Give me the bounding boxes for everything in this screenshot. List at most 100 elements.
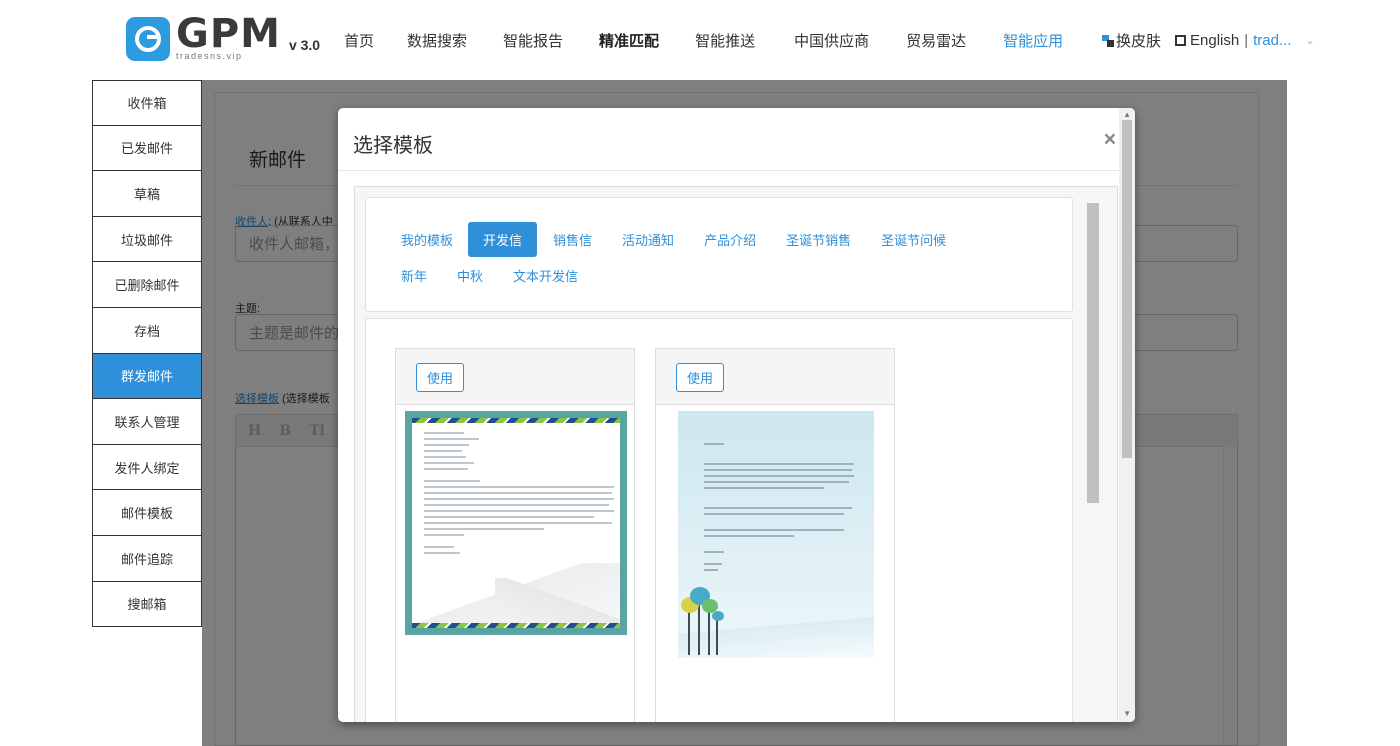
sidebar-item[interactable]: 已删除邮件 bbox=[92, 262, 202, 308]
scroll-down-icon[interactable]: ▼ bbox=[1123, 709, 1131, 718]
sidebar-item[interactable]: 草稿 bbox=[92, 171, 202, 217]
tree-trunk bbox=[688, 609, 690, 655]
text-line bbox=[704, 469, 852, 471]
text-line bbox=[704, 481, 849, 483]
text-line bbox=[704, 535, 794, 537]
text-line bbox=[424, 522, 612, 524]
text-line bbox=[424, 546, 454, 548]
nav-item[interactable]: 贸易雷达 bbox=[906, 30, 966, 51]
sidebar-item[interactable]: 邮件模板 bbox=[92, 490, 202, 536]
text-line bbox=[424, 486, 614, 488]
template-category-tab[interactable]: 文本开发信 bbox=[513, 258, 578, 293]
select-template-modal: 选择模板 × 我的模板 开发信 销售信 活动通知 产品介绍 圣诞节销售 圣诞节问候 新年 中秋… bbox=[338, 108, 1135, 722]
template-card: 使用 bbox=[655, 348, 895, 722]
sidebar-item[interactable]: 邮件追踪 bbox=[92, 535, 202, 582]
nav-item[interactable]: 精准匹配 bbox=[599, 30, 659, 51]
template-category-tab[interactable]: 产品介绍 bbox=[704, 222, 756, 257]
top-navigation-bar: GPM tradesns.vip v 3.0 首页 数据搜索 智能报告 精准匹配 智能推… bbox=[0, 0, 1400, 80]
close-icon[interactable]: × bbox=[1104, 128, 1116, 152]
mail-sidebar: 收件箱 已发邮件 草稿 垃圾邮件 已删除邮件 存档 群发邮件 联系人管理 发件人绑定 邮件模板 邮件… bbox=[92, 80, 202, 628]
text-line bbox=[424, 468, 468, 470]
tree-icon bbox=[712, 611, 724, 621]
chevron-down-icon[interactable]: ⌄ bbox=[1305, 34, 1314, 47]
tree-trunk bbox=[708, 611, 710, 655]
template-category-tab[interactable]: 中秋 bbox=[457, 258, 483, 293]
text-line bbox=[704, 443, 724, 445]
nav-item[interactable]: 数据搜索 bbox=[407, 30, 467, 51]
template-category-tab[interactable]: 圣诞节问候 bbox=[881, 222, 946, 257]
text-line bbox=[424, 498, 614, 500]
template-thumbnail[interactable] bbox=[405, 411, 627, 635]
template-list-scrollbar[interactable] bbox=[1087, 203, 1099, 503]
template-category-tab[interactable]: 开发信 bbox=[468, 222, 538, 257]
template-category-tab[interactable]: 销售信 bbox=[553, 222, 592, 257]
text-line bbox=[704, 463, 854, 465]
text-line bbox=[424, 504, 609, 506]
template-card: 使用 bbox=[395, 348, 635, 722]
nav-item[interactable]: 中国供应商 bbox=[794, 30, 869, 51]
nav-item[interactable]: 智能推送 bbox=[695, 30, 755, 51]
header-tools: 换皮肤 English | trad... ⌄ bbox=[1102, 30, 1315, 51]
text-line bbox=[424, 492, 612, 494]
sidebar-item[interactable]: 存档 bbox=[92, 307, 202, 354]
nav-item[interactable]: 智能应用 bbox=[1003, 30, 1063, 51]
template-category-tab[interactable]: 圣诞节销售 bbox=[786, 222, 851, 257]
text-line bbox=[424, 516, 594, 518]
logo-text: GPM bbox=[176, 11, 281, 57]
template-category-tab[interactable]: 我的模板 bbox=[401, 222, 453, 257]
template-list: 使用 使用 bbox=[365, 318, 1073, 722]
template-category-tab[interactable]: 新年 bbox=[401, 258, 427, 293]
main-nav: 首页 数据搜索 智能报告 精准匹配 智能推送 中国供应商 贸易雷达 智能应用 bbox=[344, 30, 1063, 51]
template-card-header: 使用 bbox=[656, 349, 894, 405]
template-category-tabs: 我的模板 开发信 销售信 活动通知 产品介绍 圣诞节销售 圣诞节问候 新年 中秋 文本开发信 bbox=[365, 197, 1073, 312]
text-line bbox=[704, 513, 844, 515]
use-template-button[interactable]: 使用 bbox=[416, 363, 465, 392]
letter-preview bbox=[412, 418, 620, 628]
sidebar-item[interactable]: 联系人管理 bbox=[92, 399, 202, 445]
scrollbar-thumb[interactable] bbox=[1122, 120, 1132, 458]
sidebar-item[interactable]: 垃圾邮件 bbox=[92, 216, 202, 263]
text-line bbox=[424, 480, 480, 482]
text-line bbox=[424, 462, 474, 464]
logo-subtitle: tradesns.vip bbox=[176, 51, 243, 61]
sidebar-item[interactable]: 群发邮件 bbox=[92, 353, 202, 400]
text-line bbox=[424, 528, 544, 530]
text-line bbox=[704, 507, 852, 509]
text-line bbox=[424, 438, 479, 440]
text-line bbox=[424, 432, 464, 434]
template-category-tab[interactable]: 活动通知 bbox=[622, 222, 674, 257]
modal-title: 选择模板 bbox=[353, 135, 433, 157]
modal-header: 选择模板 × bbox=[338, 108, 1135, 171]
text-line bbox=[424, 552, 460, 554]
sidebar-item[interactable]: 发件人绑定 bbox=[92, 444, 202, 491]
nav-item[interactable]: 智能报告 bbox=[503, 30, 563, 51]
template-card-header: 使用 bbox=[396, 349, 634, 405]
text-line bbox=[704, 529, 844, 531]
nav-item[interactable]: 首页 bbox=[344, 30, 374, 51]
modal-scrollbar[interactable]: ▲ ▼ bbox=[1119, 108, 1135, 722]
modal-body: 我的模板 开发信 销售信 活动通知 产品介绍 圣诞节销售 圣诞节问候 新年 中秋 文本开发信 使… bbox=[354, 186, 1118, 722]
border-stripe bbox=[412, 418, 620, 423]
user-account-link[interactable]: trad... bbox=[1253, 32, 1291, 49]
change-skin-link[interactable]: 换皮肤 bbox=[1116, 30, 1161, 51]
border-stripe bbox=[412, 623, 620, 628]
header-separator: | bbox=[1244, 32, 1249, 49]
mountain-graphic bbox=[495, 578, 620, 623]
sidebar-item[interactable]: 搜邮箱 bbox=[92, 581, 202, 628]
use-template-button[interactable]: 使用 bbox=[676, 363, 725, 392]
text-line bbox=[424, 444, 469, 446]
scroll-up-icon[interactable]: ▲ bbox=[1123, 110, 1131, 119]
sidebar-item[interactable]: 已发邮件 bbox=[92, 125, 202, 172]
sidebar-item[interactable]: 收件箱 bbox=[92, 80, 202, 126]
gpm-logo[interactable]: GPM tradesns.vip v 3.0 bbox=[126, 14, 320, 61]
template-thumbnail[interactable] bbox=[678, 411, 874, 658]
tab-row-1: 我的模板 开发信 销售信 活动通知 产品介绍 圣诞节销售 圣诞节问候 bbox=[388, 222, 946, 257]
text-line bbox=[704, 487, 824, 489]
flag-icon bbox=[1175, 35, 1187, 46]
text-line bbox=[704, 551, 724, 553]
tab-row-2: 新年 中秋 文本开发信 bbox=[388, 258, 578, 293]
text-line bbox=[424, 456, 466, 458]
text-line bbox=[424, 534, 464, 536]
version-label: v 3.0 bbox=[288, 37, 321, 53]
language-link[interactable]: English bbox=[1190, 32, 1239, 49]
